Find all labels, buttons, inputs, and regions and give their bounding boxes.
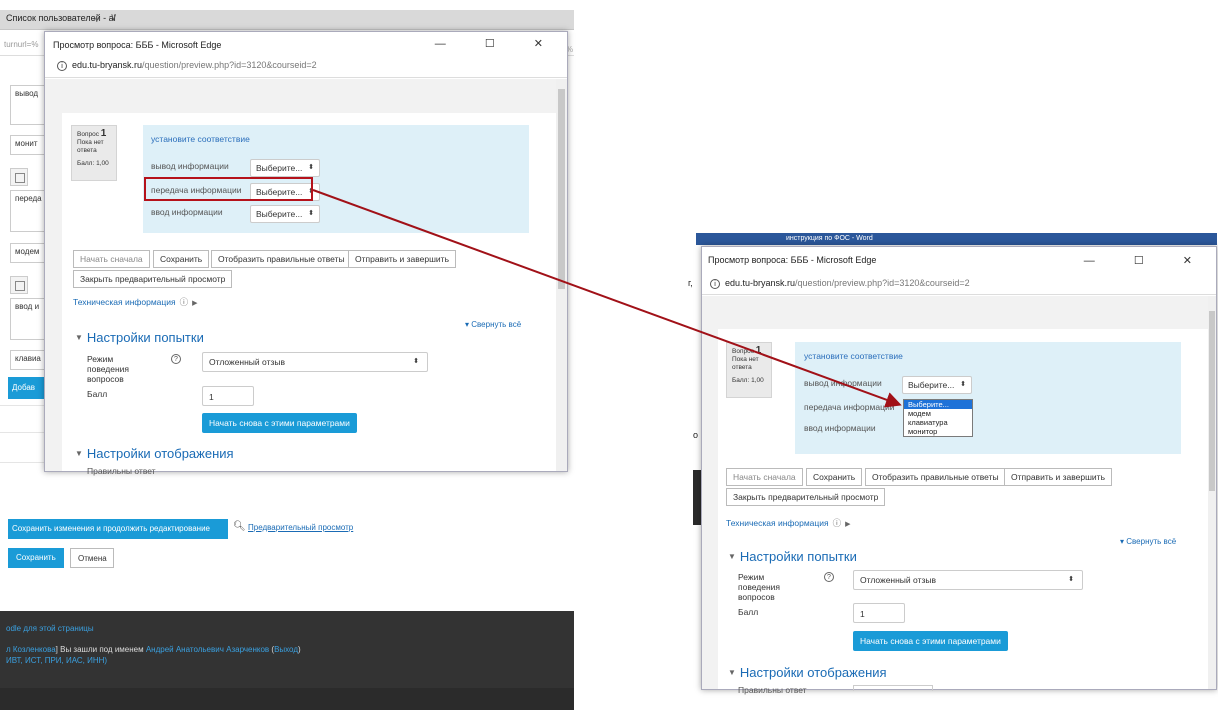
arrow-line — [312, 189, 902, 408]
pointer-arrow — [312, 189, 902, 408]
